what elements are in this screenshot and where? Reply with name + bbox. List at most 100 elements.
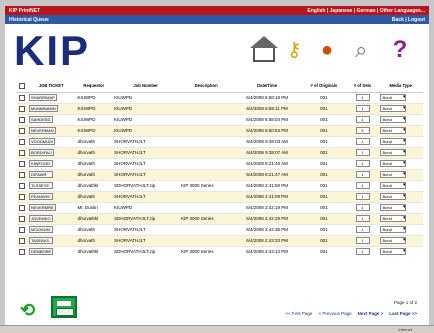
previous-page-link[interactable]: < Previous Page [318,311,351,316]
sets-cell[interactable]: 1 [346,201,379,213]
table-row[interactable]: MUMMNAMN KIUWPD KIUWPD 6/4/2008 6:58:11 PM 0… [17,102,423,114]
sets-input[interactable]: 1 [355,193,370,200]
job-ticket-cell[interactable]: SAHDESD [27,113,76,125]
col-sets[interactable]: # of Sets [346,80,379,93]
sets-cell[interactable]: 1 [346,135,379,147]
col-job-ticket[interactable]: JOB TICKET [27,80,76,93]
media-type-select[interactable]: Bond [380,204,407,211]
table-row[interactable]: TLSSEYE dhorvathkl SDHORVATHJLT.zip KIP 300… [17,179,423,191]
language-links[interactable]: English | Japanese | German | Other Lang… [307,8,425,14]
media-type-select[interactable]: Bond [380,138,407,145]
row-select[interactable] [17,179,27,191]
sets-cell[interactable]: 1 [346,113,379,125]
help-icon[interactable]: ? [389,38,411,62]
row-select[interactable] [17,146,27,158]
sets-cell[interactable]: 1 [346,190,379,202]
job-ticket-button[interactable]: KIWFOOD [29,160,53,167]
sets-input[interactable]: 1 [355,171,370,178]
col-description[interactable]: Description [179,80,234,93]
job-ticket-button[interactable]: PEANWHI [29,193,53,200]
job-ticket-button[interactable]: DIFAWR [29,171,53,178]
row-checkbox[interactable] [19,160,25,167]
media-type-select[interactable]: Bond [380,116,407,123]
sets-cell[interactable]: 5 [346,124,379,136]
table-row[interactable]: DIFAWR dhorvath SHORVATHJLT 6/4/2008 8:21:4… [17,168,423,180]
sets-input[interactable]: 1 [355,138,370,145]
job-ticket-button[interactable]: NEVERMAN [29,127,56,134]
job-ticket-button[interactable]: MUMMNAMN [29,105,58,112]
media-type-cell[interactable]: Bond [378,223,423,235]
select-all-checkbox[interactable] [19,82,25,89]
back-logout-links[interactable]: Back | Logout [392,17,425,23]
job-ticket-button[interactable]: SAHDESD [29,116,53,123]
sets-cell[interactable]: 1 [346,179,379,191]
sets-cell[interactable]: 1 [346,102,379,114]
sets-input[interactable]: 1 [355,182,370,189]
media-type-cell[interactable]: Bond [378,157,423,169]
row-select[interactable] [17,190,27,202]
job-ticket-cell[interactable]: DIFAWR [27,168,76,180]
job-ticket-button[interactable]: DEMBORE [29,248,54,256]
media-type-cell[interactable]: Bond [378,179,423,191]
media-type-cell[interactable]: Bond [378,113,423,125]
media-type-select[interactable]: Bond [380,237,407,244]
printer-icon[interactable] [51,296,77,318]
table-row[interactable]: VOODMUDI dhorvath SHORVATHJLT 6/4/2008 9:38… [17,135,423,147]
row-select[interactable] [17,168,27,180]
sets-cell[interactable]: 1 [346,146,379,158]
job-ticket-button[interactable]: BORDIFALI [29,149,54,156]
media-type-select[interactable]: Bond [380,248,407,256]
row-checkbox[interactable] [19,182,25,189]
media-type-cell[interactable]: Bond [378,245,423,257]
row-select[interactable] [17,212,27,224]
table-row[interactable]: PEANWHI dhorvath SHORVATHJLT 6/4/2008 2:41:… [17,190,423,202]
table-row[interactable]: SHARRIMAP KIUWPD KIUWPD 6/4/2008 6:58:18 PM… [17,91,423,103]
row-checkbox[interactable] [19,171,25,178]
media-type-cell[interactable]: Bond [378,146,423,158]
media-type-cell[interactable]: Bond [378,168,423,180]
row-checkbox[interactable] [19,204,25,211]
sets-input[interactable]: 1 [355,215,370,222]
sets-input[interactable]: 5 [355,127,370,134]
job-ticket-cell[interactable]: VOODMUDI [27,135,76,147]
table-row[interactable]: NEVERMAN KIUWPD KIUWPD 6/4/2008 6:50:53 PM 0… [17,124,423,136]
sets-cell[interactable]: 1 [346,245,379,257]
media-type-cell[interactable]: Bond [378,201,423,213]
row-checkbox[interactable] [19,248,25,255]
refresh-icon[interactable]: ⟲ [20,301,35,319]
row-select[interactable] [17,113,27,125]
last-page-link[interactable]: Last Page >> [389,311,417,316]
row-checkbox[interactable] [19,215,25,222]
row-select[interactable] [17,201,27,213]
select-all-header[interactable] [17,80,27,93]
job-ticket-cell[interactable]: MOOGUM [27,223,76,235]
col-requestor[interactable]: Requestor [75,80,113,93]
job-ticket-cell[interactable]: MUMMNAMN [27,102,76,114]
row-select[interactable] [17,102,27,114]
job-ticket-cell[interactable]: JOVEMKO [27,212,76,224]
media-type-cell[interactable]: Bond [378,102,423,114]
media-type-cell[interactable]: Bond [378,124,423,136]
table-row[interactable]: SAHDESD KIUWPD KIUWPD 6/4/2008 6:58:04 PM 00… [17,113,423,125]
job-ticket-button[interactable]: JOVEMKO [29,215,53,222]
table-row[interactable]: KIWFOOD dhorvath SHORVATHJLT 6/4/2008 8:21:… [17,157,423,169]
sets-input[interactable]: 1 [355,116,370,123]
row-select[interactable] [17,157,27,169]
sets-input[interactable]: 1 [355,248,370,256]
row-checkbox[interactable] [19,149,25,156]
sets-cell[interactable]: 1 [346,157,379,169]
first-page-link[interactable]: << First Page [285,311,312,316]
job-ticket-button[interactable]: MOOGUM [29,226,53,233]
row-checkbox[interactable] [19,94,25,101]
next-page-link[interactable]: Next Page > [358,311,384,316]
media-type-cell[interactable]: Bond [378,234,423,246]
job-ticket-cell[interactable]: SHARRIMAP [27,91,76,103]
row-checkbox[interactable] [19,105,25,112]
key-icon[interactable]: ⚷ [287,38,309,62]
row-checkbox[interactable] [19,127,25,134]
sets-cell[interactable]: 1 [346,168,379,180]
sets-input[interactable]: 1 [355,149,370,156]
media-type-select[interactable]: Bond [380,127,407,134]
row-checkbox[interactable] [19,116,25,123]
media-type-select[interactable]: Bond [380,182,407,189]
